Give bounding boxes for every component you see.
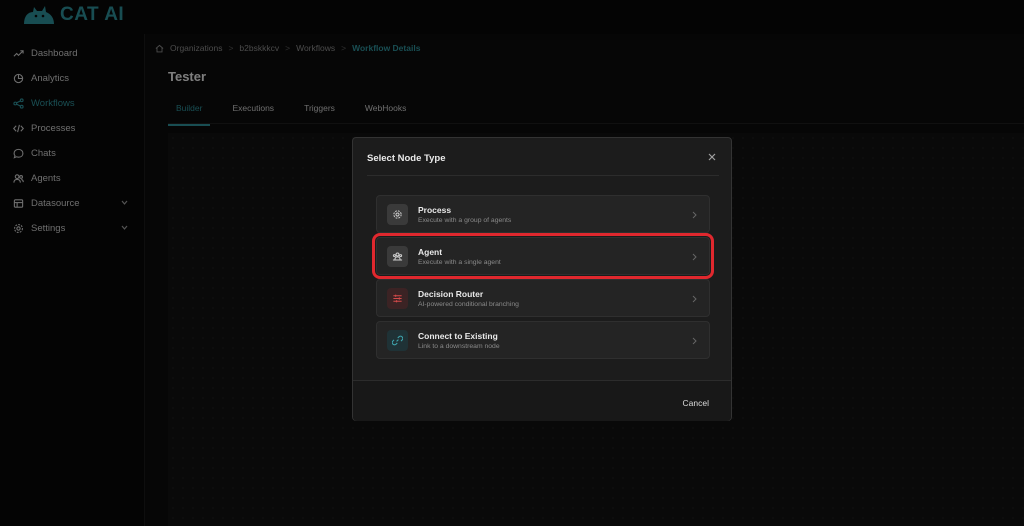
chevron-right-icon — [692, 295, 697, 303]
option-title: Connect to Existing — [418, 331, 498, 341]
option-description: AI-powered conditional branching — [418, 301, 519, 308]
option-title: Decision Router — [418, 289, 484, 299]
dialog-title: Select Node Type — [367, 153, 446, 164]
gear-icon — [387, 204, 408, 225]
close-icon[interactable] — [707, 152, 717, 162]
node-option-process[interactable]: Process Execute with a group of agents — [376, 195, 710, 233]
dialog-footer: Cancel — [353, 380, 731, 421]
chevron-right-icon — [692, 211, 697, 219]
node-option-agent[interactable]: Agent Execute with a single agent — [372, 233, 714, 279]
dialog-divider — [367, 175, 719, 176]
agents-icon — [387, 246, 408, 267]
node-option-connect-existing[interactable]: Connect to Existing Link to a downstream… — [376, 321, 710, 359]
select-node-type-dialog: Select Node Type Process Execute with a … — [352, 137, 732, 421]
node-option-decision-router[interactable]: Decision Router AI-powered conditional b… — [376, 279, 710, 317]
cancel-button[interactable]: Cancel — [683, 398, 709, 408]
chevron-right-icon — [692, 337, 697, 345]
option-title: Process — [418, 205, 452, 215]
option-title: Agent — [418, 247, 443, 257]
option-description: Execute with a group of agents — [418, 217, 512, 224]
option-description: Link to a downstream node — [418, 343, 500, 350]
chevron-right-icon — [692, 253, 697, 261]
sliders-icon — [387, 288, 408, 309]
option-description: Execute with a single agent — [418, 259, 501, 266]
link-icon — [387, 330, 408, 351]
